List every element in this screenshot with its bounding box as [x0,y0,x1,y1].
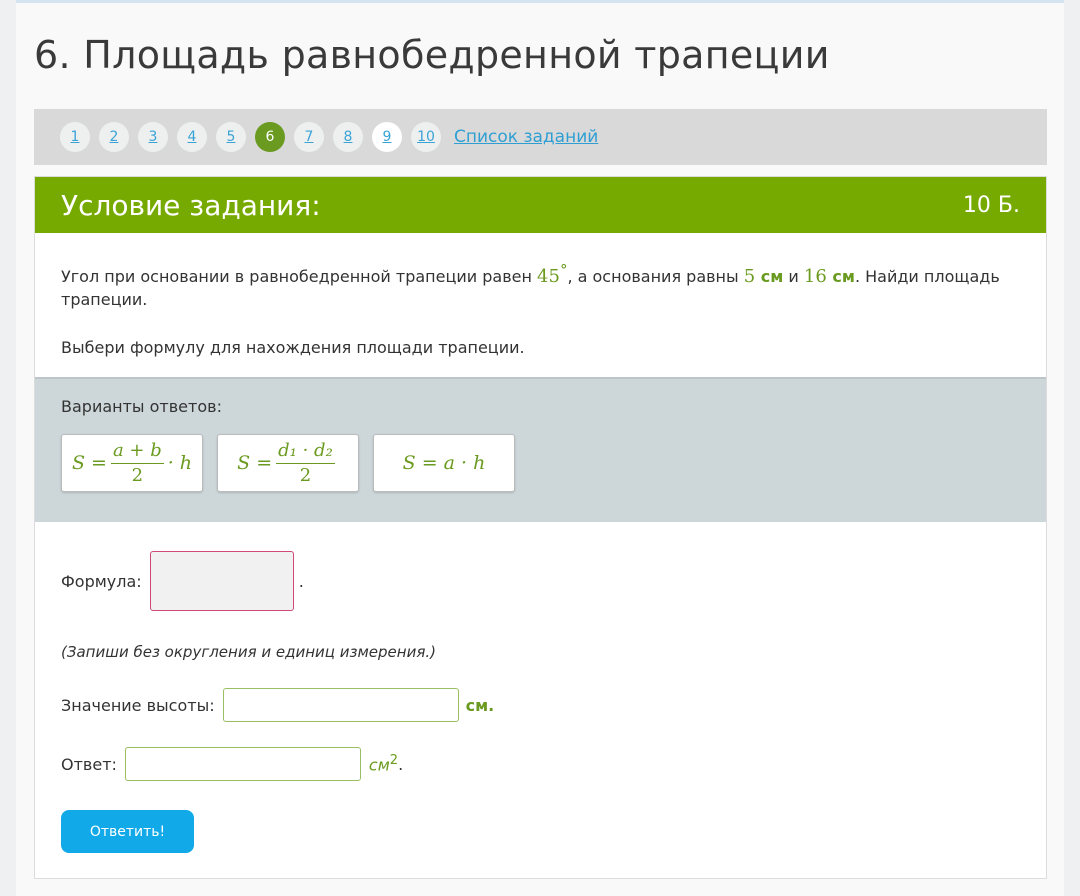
task-condition: Угол при основании в равнобедренной трап… [35,233,1046,359]
answer-input[interactable] [124,747,361,781]
height-input[interactable] [222,688,459,722]
submit-button[interactable]: Ответить! [61,810,194,853]
condition-part: Угол при основании в равнобедренной трап… [61,267,538,286]
option-parallelogram-formula[interactable]: S = a · h [373,434,515,492]
nav-task-7[interactable]: 7 [294,122,324,152]
formula-fraction: a + b 2 [110,441,164,486]
answer-unit: см2 [369,753,398,774]
task-box: Условие задания: 10 Б. Угол при основани… [34,176,1047,879]
formula-period: . [298,571,304,591]
angle-number: 45 [537,266,560,287]
nav-task-6-active[interactable]: 6 [255,122,285,152]
height-unit: см. [465,695,495,715]
answer-options-panel: Варианты ответов: S = a + b 2 · h S = d₁… [35,377,1046,522]
formula-row: Формула: . [61,551,304,611]
nav-task-2[interactable]: 2 [99,122,129,152]
height-row: Значение высоты: см. [61,688,494,722]
condition-part: и [783,267,804,286]
task-header-title: Условие задания: [61,188,321,222]
fraction-numerator: d₁ · d₂ [276,441,335,464]
nav-task-1[interactable]: 1 [60,122,90,152]
answer-label: Ответ: [61,754,117,774]
base1-unit: см [755,267,784,286]
nav-task-3[interactable]: 3 [138,122,168,152]
formula-lhs: S = [237,452,273,474]
nav-task-4[interactable]: 4 [177,122,207,152]
option-diagonals-formula[interactable]: S = d₁ · d₂ 2 [217,434,359,492]
fraction-denominator: 2 [131,464,144,486]
formula-label: Формула: [61,571,142,591]
nav-task-5[interactable]: 5 [216,122,246,152]
condition-text: Угол при основании в равнобедренной трап… [61,259,1020,311]
formula-lhs: S = [71,452,107,474]
formula-text: S = a · h [402,452,486,474]
fraction-numerator: a + b [110,441,164,464]
task-points: 10 Б. [962,192,1020,218]
nav-task-10[interactable]: 10 [411,122,441,152]
answer-unit-text: см [368,755,390,775]
answer-period: . [398,754,404,774]
angle-value: 45° [537,261,567,287]
height-label: Значение высоты: [61,695,215,715]
base2-unit: см [826,267,855,286]
answer-row: Ответ: см2 . [61,747,403,781]
option-trapezoid-formula[interactable]: S = a + b 2 · h [61,434,203,492]
formula-drop-target[interactable] [149,551,294,611]
question-text: Выбери формулу для нахождения площади тр… [61,338,525,357]
answer-unit-exponent: 2 [389,753,399,769]
page-container: 6. Площадь равнобедренной трапеции 1 2 3… [16,0,1064,896]
base1-value: 5 [743,266,756,287]
rounding-note: (Запиши без округления и единиц измерени… [61,643,436,661]
task-navigation: 1 2 3 4 5 6 7 8 9 10 Список заданий [34,109,1047,165]
nav-task-8[interactable]: 8 [333,122,363,152]
nav-task-9[interactable]: 9 [372,122,402,152]
task-header: Условие задания: 10 Б. [35,177,1046,233]
fraction-denominator: 2 [299,464,312,486]
answer-options-label: Варианты ответов: [61,397,222,416]
formula-fraction: d₁ · d₂ 2 [276,441,335,486]
page-title: 6. Площадь равнобедренной трапеции [34,33,830,77]
formula-tail: · h [167,452,193,474]
task-list-link[interactable]: Список заданий [454,127,598,147]
answer-options: S = a + b 2 · h S = d₁ · d₂ 2 S = a · h [61,434,1020,492]
base2-value: 16 [803,266,827,287]
condition-part: , а основания равны [567,267,744,286]
